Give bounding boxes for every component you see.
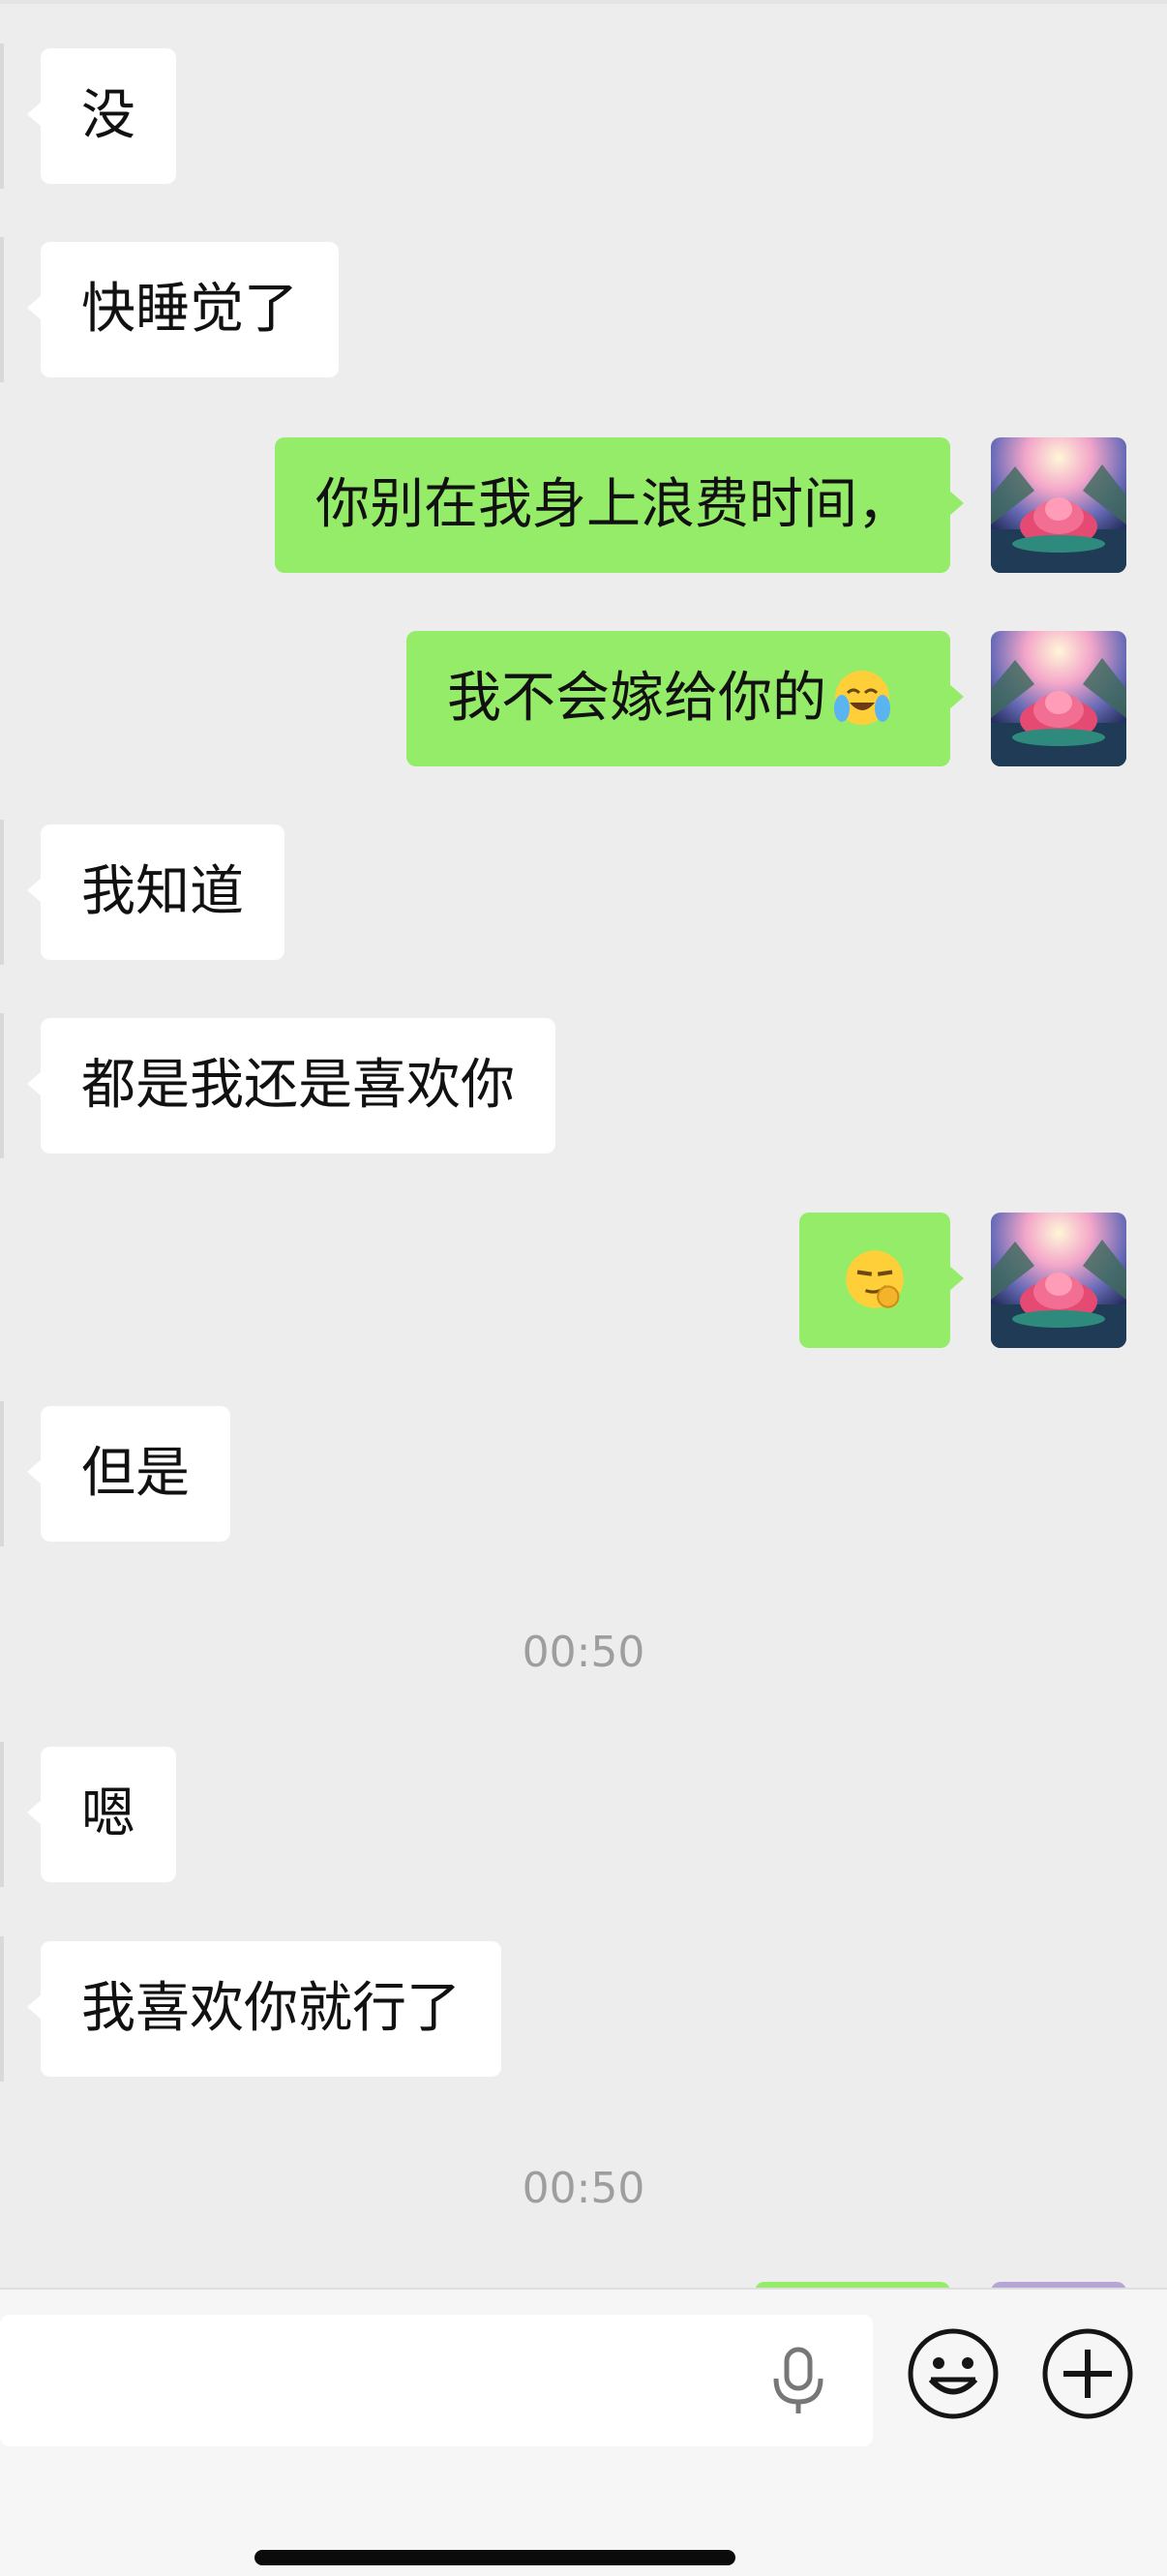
emoji-icon[interactable] bbox=[906, 2326, 1001, 2421]
message-text: 我不会嫁给你的 bbox=[447, 667, 826, 730]
smirking-face-with-hand-icon bbox=[846, 1250, 904, 1308]
outgoing-message-bubble[interactable] bbox=[799, 1213, 964, 1348]
outgoing-message-bubble[interactable]: 我不会嫁给你的 bbox=[406, 631, 964, 766]
lotus-avatar-icon bbox=[991, 631, 1126, 766]
chat-area[interactable]: 没 快睡觉了 你别在我身上浪费时间， 我不会嫁给你的 我知道 都是我还是喜欢你 … bbox=[0, 0, 1167, 2288]
home-indicator[interactable] bbox=[254, 2550, 735, 2565]
message-text: 嗯 bbox=[81, 1782, 135, 1845]
message-text: 没 bbox=[81, 84, 135, 147]
lotus-avatar-icon bbox=[991, 1213, 1126, 1348]
divider bbox=[0, 237, 4, 382]
avatar[interactable] bbox=[991, 631, 1126, 766]
divider bbox=[0, 1401, 4, 1546]
incoming-message-bubble[interactable]: 嗯 bbox=[27, 1747, 176, 1882]
lotus-avatar-icon bbox=[991, 437, 1126, 573]
incoming-message-bubble[interactable]: 没 bbox=[27, 48, 176, 184]
divider bbox=[0, 0, 1167, 4]
timestamp: 00:50 bbox=[522, 2164, 645, 2213]
message-text: 但是 bbox=[81, 1442, 190, 1505]
microphone-icon[interactable] bbox=[764, 2346, 832, 2415]
input-bar bbox=[0, 2288, 1167, 2576]
avatar[interactable] bbox=[991, 1213, 1126, 1348]
message-text: 都是我还是喜欢你 bbox=[81, 1054, 515, 1117]
message-text: 快睡觉了 bbox=[81, 278, 298, 341]
incoming-message-bubble[interactable]: 但是 bbox=[27, 1406, 230, 1542]
message-input[interactable] bbox=[0, 2315, 873, 2446]
incoming-message-bubble[interactable]: 快睡觉了 bbox=[27, 242, 339, 377]
incoming-message-bubble[interactable]: 都是我还是喜欢你 bbox=[27, 1018, 555, 1153]
divider bbox=[0, 1013, 4, 1158]
face-with-tears-of-joy-icon bbox=[834, 670, 890, 725]
timestamp: 00:50 bbox=[522, 1628, 645, 1677]
divider bbox=[0, 1936, 4, 2082]
divider bbox=[0, 44, 4, 189]
message-text: 我喜欢你就行了 bbox=[81, 1977, 461, 2040]
incoming-message-bubble[interactable]: 我知道 bbox=[27, 824, 284, 960]
message-text: 你别在我身上浪费时间， bbox=[315, 473, 912, 536]
outgoing-message-bubble[interactable]: 你别在我身上浪费时间， bbox=[275, 437, 964, 573]
message-text: 我知道 bbox=[81, 860, 244, 923]
divider bbox=[0, 1742, 4, 1887]
divider bbox=[0, 820, 4, 965]
avatar[interactable] bbox=[991, 437, 1126, 573]
plus-icon[interactable] bbox=[1040, 2326, 1135, 2421]
incoming-message-bubble[interactable]: 我喜欢你就行了 bbox=[27, 1941, 501, 2077]
